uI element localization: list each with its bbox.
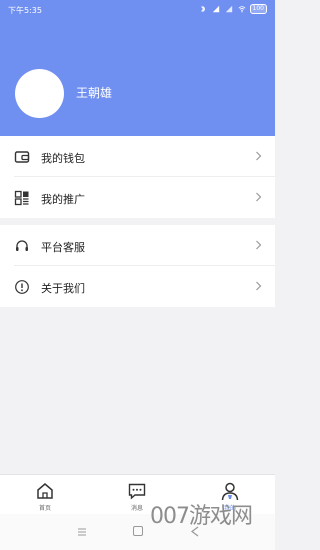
- menu-item-wallet[interactable]: 我的钱包: [0, 136, 275, 177]
- user-name: 王朝雄: [76, 86, 113, 100]
- chevron-right-icon: [256, 192, 262, 202]
- status-bar: 下午5:35 100: [0, 0, 275, 20]
- battery-icon: 100: [249, 4, 267, 14]
- wifi-icon: [238, 6, 246, 13]
- menu-item-promotion[interactable]: 我的推广: [0, 177, 275, 218]
- info-icon: [15, 280, 29, 294]
- message-icon: [128, 483, 146, 500]
- menu-item-customer-service[interactable]: 平台客服: [0, 225, 275, 266]
- profile-header: 下午5:35 100 王朝雄: [0, 0, 275, 136]
- watermark: 007游戏网: [150, 504, 253, 529]
- wallet-icon: [14, 151, 30, 163]
- promotion-icon: [14, 190, 29, 206]
- avatar[interactable]: [15, 69, 64, 118]
- status-icons: 100: [198, 4, 267, 14]
- menu-item-label: 我的推广: [41, 193, 85, 206]
- status-time: 下午5:35: [8, 6, 42, 15]
- menu-item-label: 关于我们: [41, 282, 85, 295]
- menu-group-account: 我的钱包 我的推广: [0, 136, 275, 218]
- home-icon: [37, 483, 53, 499]
- bluetooth-icon: [200, 5, 205, 13]
- headset-icon: [16, 240, 28, 251]
- tab-home[interactable]: 首页: [20, 479, 70, 513]
- tab-label: 首页: [38, 505, 51, 512]
- chevron-right-icon: [256, 240, 262, 250]
- menu-icon[interactable]: [77, 527, 87, 537]
- chevron-right-icon: [256, 151, 262, 161]
- menu-item-about-us[interactable]: 关于我们: [0, 266, 275, 307]
- menu-item-label: 我的钱包: [41, 152, 85, 165]
- signal-icon: [212, 5, 219, 13]
- menu-group-support: 平台客服 关于我们: [0, 225, 275, 307]
- menu-item-label: 平台客服: [41, 241, 85, 254]
- signal-2-icon: [225, 5, 232, 13]
- chevron-right-icon: [256, 281, 262, 291]
- home-button-icon[interactable]: [133, 526, 143, 536]
